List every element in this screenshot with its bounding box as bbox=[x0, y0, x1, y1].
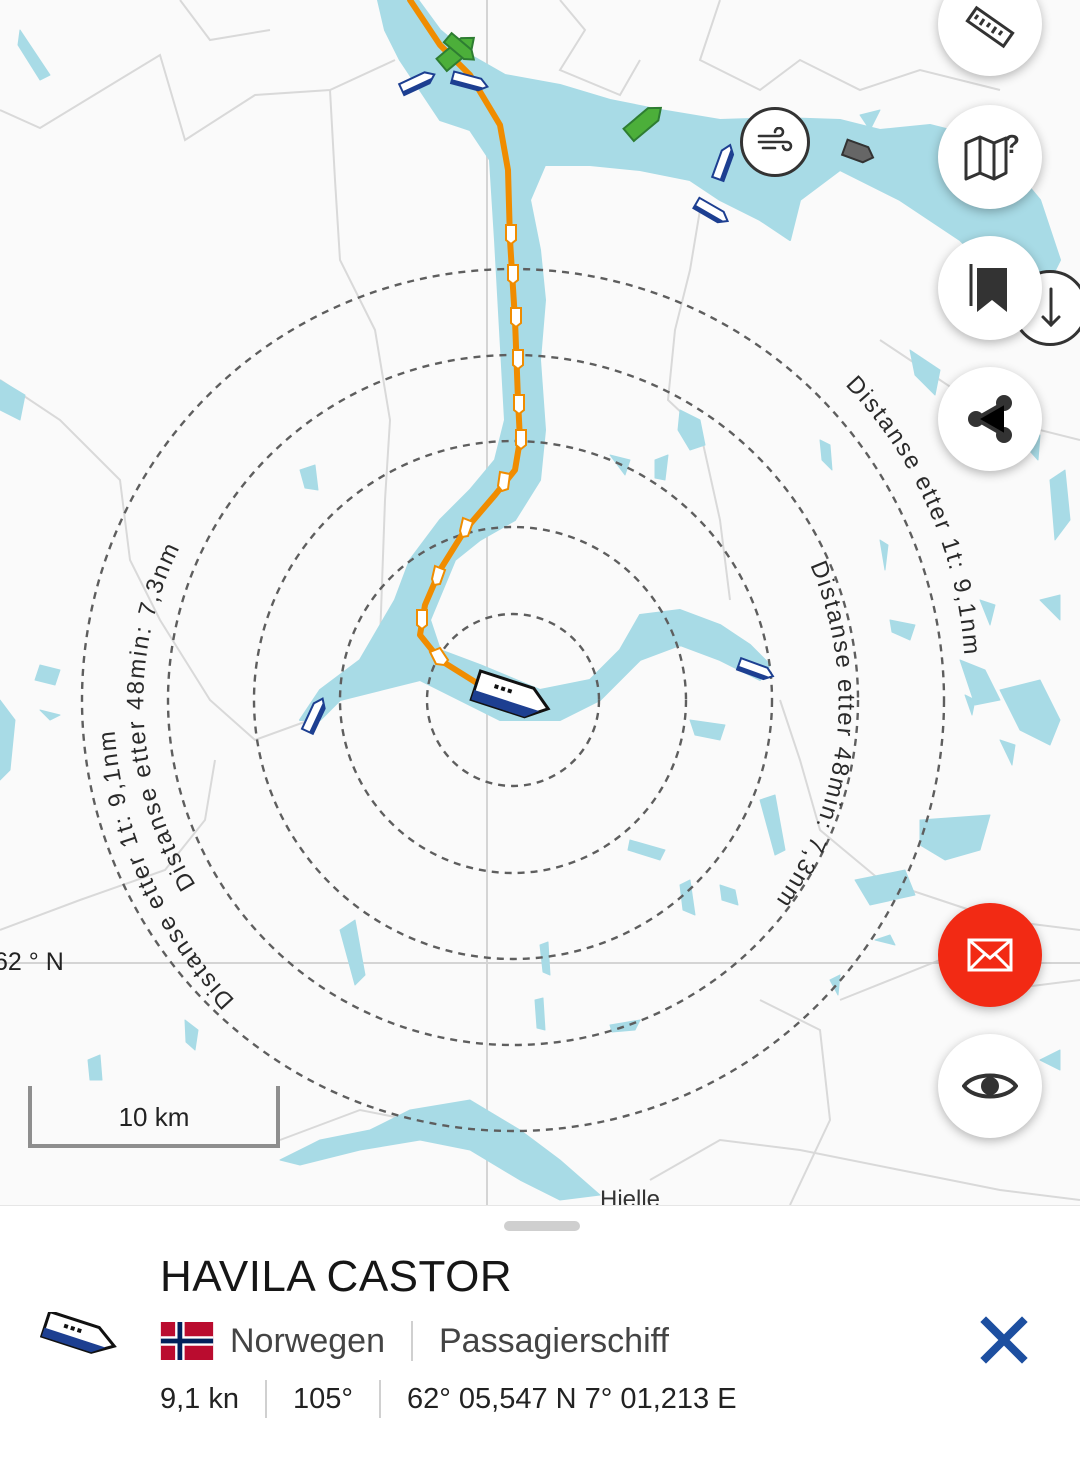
passenger-vessel-icon bbox=[40, 1312, 117, 1354]
vessel-course: 105° bbox=[293, 1382, 353, 1415]
scale-label: 10 km bbox=[118, 1102, 190, 1132]
bookmark-icon bbox=[969, 264, 1007, 312]
map-view[interactable]: Distanse etter 1t: 9,1nm Distanse etter … bbox=[0, 0, 1080, 1205]
town-label: Hjelle bbox=[600, 1186, 661, 1205]
svg-text:?: ? bbox=[1004, 129, 1020, 159]
map-layers-button[interactable]: ? bbox=[938, 105, 1042, 209]
share-icon bbox=[968, 395, 1012, 443]
wind-icon[interactable] bbox=[740, 107, 810, 177]
share-button[interactable] bbox=[938, 367, 1042, 471]
vessel-country: Norwegen bbox=[230, 1321, 385, 1360]
vessel-speed: 9,1 kn bbox=[160, 1382, 239, 1415]
vessel-type: Passagierschiff bbox=[438, 1321, 669, 1360]
divider bbox=[378, 1380, 381, 1418]
vessel-info-sheet[interactable]: HAVILA CASTOR Norwegen Passagierschiff 9… bbox=[0, 1205, 1080, 1463]
eye-icon bbox=[962, 1073, 1018, 1099]
vessel-meta-row: Norwegen Passagierschiff bbox=[160, 1318, 669, 1364]
map-canvas[interactable]: Distanse etter 1t: 9,1nm Distanse etter … bbox=[0, 0, 1080, 1205]
latitude-label: 62 ° N bbox=[0, 948, 64, 976]
vessel-name: HAVILA CASTOR bbox=[160, 1252, 513, 1301]
ruler-icon bbox=[965, 5, 1015, 49]
vessel-position: 62° 05,547 N 7° 01,213 E bbox=[406, 1382, 737, 1415]
vessel-nav-row: 9,1 kn 105° 62° 05,547 N 7° 01,213 E bbox=[160, 1378, 737, 1420]
close-icon[interactable] bbox=[978, 1314, 1030, 1366]
message-button[interactable] bbox=[938, 903, 1042, 1007]
divider bbox=[410, 1321, 413, 1361]
divider bbox=[265, 1380, 267, 1418]
sheet-drag-handle[interactable] bbox=[504, 1221, 580, 1231]
scale-bar: 10 km bbox=[28, 1086, 280, 1148]
view-button[interactable] bbox=[938, 1034, 1042, 1138]
norway-flag-icon bbox=[160, 1322, 214, 1360]
bookmarks-button[interactable] bbox=[938, 236, 1042, 340]
map-question-icon: ? bbox=[964, 129, 1020, 181]
ring-label-inner-right: Distanse etter 48min: 7,3nm bbox=[770, 557, 860, 914]
mail-icon bbox=[967, 938, 1013, 972]
